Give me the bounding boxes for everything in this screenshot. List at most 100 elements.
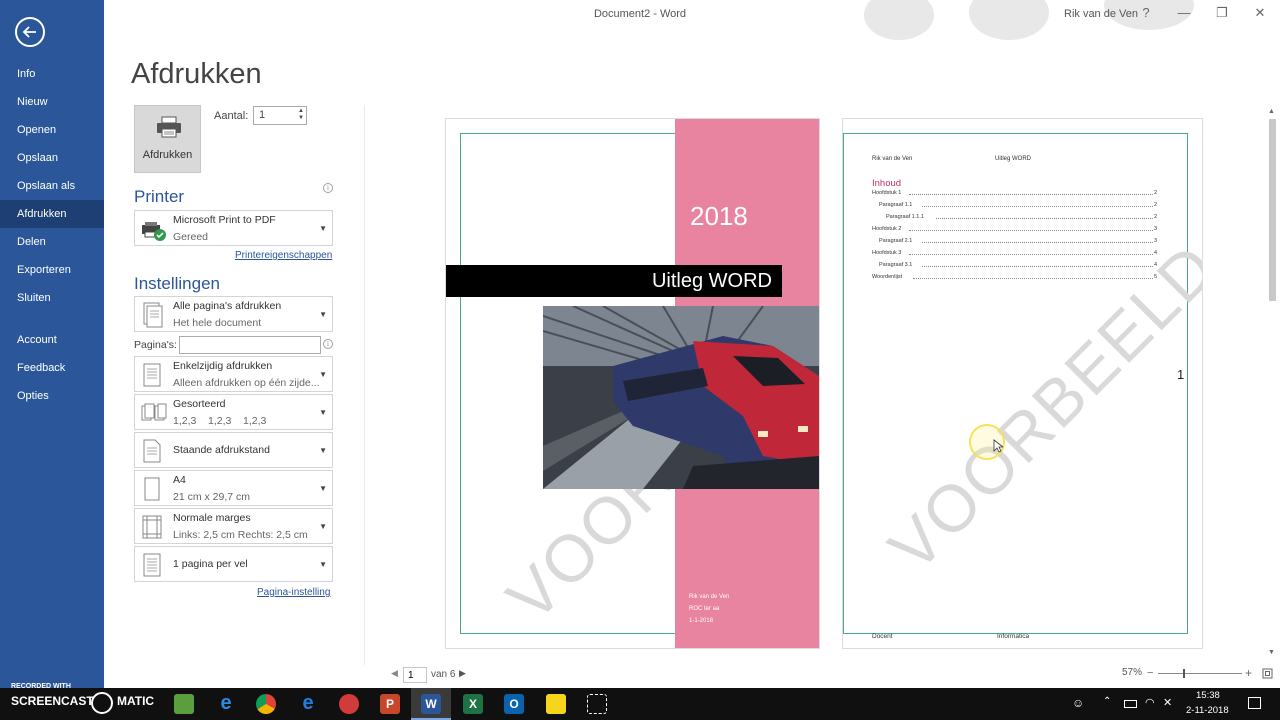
info-icon[interactable]: i bbox=[323, 183, 333, 193]
toc-entry: Hoofdstuk 1 2 bbox=[843, 190, 1202, 200]
window-title: Document2 - Word bbox=[593, 8, 687, 20]
tray-chevron-up-icon[interactable]: ⌃ bbox=[1103, 696, 1111, 707]
toc-entry-label: Paragraaf 2.1 bbox=[879, 238, 913, 244]
page-setup-link[interactable]: Pagina-instelling bbox=[257, 587, 330, 598]
portrait-orientation-icon bbox=[143, 439, 161, 463]
collate-sub: 1,2,3 1,2,3 1,2,3 bbox=[173, 415, 267, 427]
previous-page-icon[interactable]: ◀ bbox=[391, 668, 398, 679]
people-icon[interactable]: ☺ bbox=[1072, 696, 1084, 710]
page-number: 1 bbox=[1177, 367, 1185, 382]
chevron-down-icon: ▼ bbox=[319, 484, 327, 493]
word-icon[interactable]: W bbox=[421, 694, 441, 714]
next-page-icon[interactable]: ▶ bbox=[459, 668, 466, 679]
nav-item-openen[interactable]: Openen bbox=[0, 116, 104, 144]
collate-dropdown[interactable]: Gesorteerd 1,2,3 1,2,3 1,2,3 ▼ bbox=[134, 394, 333, 430]
scroll-up-icon[interactable]: ▲ bbox=[1268, 108, 1275, 115]
nav-item-delen[interactable]: Delen bbox=[0, 228, 104, 256]
nav-item-opslaan-als[interactable]: Opslaan als bbox=[0, 172, 104, 200]
chevron-down-icon: ▼ bbox=[319, 560, 327, 569]
background-decoration bbox=[969, 0, 1049, 40]
nav-item-opslaan[interactable]: Opslaan bbox=[0, 144, 104, 172]
nav-item-opties[interactable]: Opties bbox=[0, 382, 104, 410]
pages-input[interactable] bbox=[179, 336, 321, 354]
screencast-brand: SCREENCAST bbox=[11, 694, 94, 708]
chevron-down-icon: ▼ bbox=[319, 446, 327, 455]
print-button[interactable]: Afdrukken bbox=[134, 105, 201, 173]
clock-date[interactable]: 2-11-2018 bbox=[1186, 705, 1229, 716]
toc-leader bbox=[913, 278, 1153, 279]
print-preview[interactable]: VOORBEELD 2018 Uitleg WORD Rik van de Ve… bbox=[380, 105, 1266, 660]
zoom-out-icon[interactable]: − bbox=[1147, 667, 1153, 679]
preview-scrollbar[interactable]: ▲ ▼ bbox=[1266, 105, 1278, 660]
toc-leader bbox=[922, 266, 1153, 267]
screencast-watermark: RECORDED WITH SCREENCAST MATIC bbox=[0, 683, 160, 720]
excel-icon[interactable]: X bbox=[463, 694, 483, 714]
nav-item-nieuw[interactable]: Nieuw bbox=[0, 88, 104, 116]
help-button[interactable]: ? bbox=[1135, 5, 1157, 20]
edge-icon[interactable]: e bbox=[298, 693, 318, 714]
collated-icon bbox=[141, 403, 167, 421]
nav-item-account[interactable]: Account bbox=[0, 326, 104, 354]
total-pages-label: van 6 bbox=[431, 669, 456, 680]
zoom-in-icon[interactable]: + bbox=[1245, 666, 1252, 680]
toc-entry-label: Hoofdstuk 1 bbox=[872, 190, 902, 196]
calculator-icon[interactable] bbox=[174, 694, 194, 714]
powerpoint-icon[interactable]: P bbox=[380, 694, 400, 714]
pages-range-main: Alle pagina's afdrukken bbox=[173, 300, 282, 312]
zoom-slider[interactable] bbox=[1158, 673, 1242, 674]
nav-item-feedback[interactable]: Feedback bbox=[0, 354, 104, 382]
chrome-icon[interactable] bbox=[256, 694, 276, 714]
spin-arrows-icon[interactable]: ▲ ▼ bbox=[298, 108, 304, 122]
zoom-level[interactable]: 57% bbox=[1122, 667, 1142, 678]
scroll-thumb[interactable] bbox=[1269, 119, 1276, 301]
notifications-icon[interactable] bbox=[1248, 697, 1261, 709]
nav-item-sluiten[interactable]: Sluiten bbox=[0, 284, 104, 312]
pages-per-sheet-dropdown[interactable]: 1 pagina per vel ▼ bbox=[134, 546, 333, 582]
battery-icon[interactable] bbox=[1124, 700, 1137, 708]
single-sided-icon bbox=[143, 363, 161, 387]
back-button[interactable] bbox=[15, 17, 45, 47]
snipping-tool-icon[interactable] bbox=[587, 694, 607, 714]
nav-item-info[interactable]: Info bbox=[0, 60, 104, 88]
printer-properties-link[interactable]: Printereigenschappen bbox=[235, 250, 332, 261]
title-bar: Document2 - Word Rik van de Ven ? — ❐ ✕ bbox=[104, 0, 1280, 40]
toc-entry-label: Paragraaf 1.1.1 bbox=[886, 214, 924, 220]
wifi-icon[interactable]: ◠ bbox=[1145, 696, 1155, 709]
fit-page-icon[interactable] bbox=[1262, 668, 1273, 679]
app-icon[interactable] bbox=[339, 694, 359, 714]
toc-entry-page: 3 bbox=[1154, 226, 1158, 232]
user-name[interactable]: Rik van de Ven bbox=[1064, 8, 1138, 20]
current-page-input[interactable] bbox=[403, 667, 427, 683]
scroll-down-icon[interactable]: ▼ bbox=[1268, 649, 1275, 656]
margins-dropdown[interactable]: Normale marges Links: 2,5 cm Rechts: 2,5… bbox=[134, 508, 333, 544]
nav-item-afdrukken[interactable]: Afdrukken bbox=[0, 200, 104, 228]
pages-per-sheet-icon bbox=[143, 553, 161, 577]
orientation-dropdown[interactable]: Staande afdrukstand ▼ bbox=[134, 432, 333, 468]
copies-stepper[interactable]: 1 ▲ ▼ bbox=[253, 106, 307, 125]
internet-explorer-icon[interactable]: e bbox=[216, 693, 236, 714]
info-icon[interactable]: i bbox=[323, 339, 333, 349]
chevron-down-icon: ▼ bbox=[319, 408, 327, 417]
screencast-brand-suffix: MATIC bbox=[117, 694, 155, 708]
printer-name: Microsoft Print to PDF bbox=[173, 214, 276, 226]
pages-range-dropdown[interactable]: Alle pagina's afdrukken Het hele documen… bbox=[134, 296, 333, 332]
zoom-slider-thumb[interactable] bbox=[1183, 669, 1185, 678]
restore-button[interactable]: ❐ bbox=[1211, 5, 1233, 21]
clock-time[interactable]: 15:38 bbox=[1196, 690, 1220, 701]
volume-muted-icon[interactable]: ✕ bbox=[1163, 696, 1172, 709]
printer-dropdown[interactable]: Microsoft Print to PDF Gereed ▼ bbox=[134, 210, 333, 246]
screencast-logo-icon bbox=[91, 692, 113, 714]
pages-per-sheet-main: 1 pagina per vel bbox=[173, 558, 248, 570]
sticky-notes-icon[interactable] bbox=[546, 694, 566, 714]
margins-main: Normale marges bbox=[173, 512, 251, 524]
panel-divider bbox=[364, 105, 365, 665]
recorded-with-label: RECORDED WITH bbox=[11, 683, 71, 690]
sides-dropdown[interactable]: Enkelzijdig afdrukken Alleen afdrukken o… bbox=[134, 356, 333, 392]
close-button[interactable]: ✕ bbox=[1249, 5, 1271, 21]
paper-size-dropdown[interactable]: A4 21 cm x 29,7 cm ▼ bbox=[134, 470, 333, 506]
minimize-button[interactable]: — bbox=[1173, 5, 1195, 20]
toc-entry-page: 2 bbox=[1154, 202, 1158, 208]
printer-icon bbox=[157, 116, 181, 138]
outlook-icon[interactable]: O bbox=[504, 694, 524, 714]
nav-item-exporteren[interactable]: Exporteren bbox=[0, 256, 104, 284]
